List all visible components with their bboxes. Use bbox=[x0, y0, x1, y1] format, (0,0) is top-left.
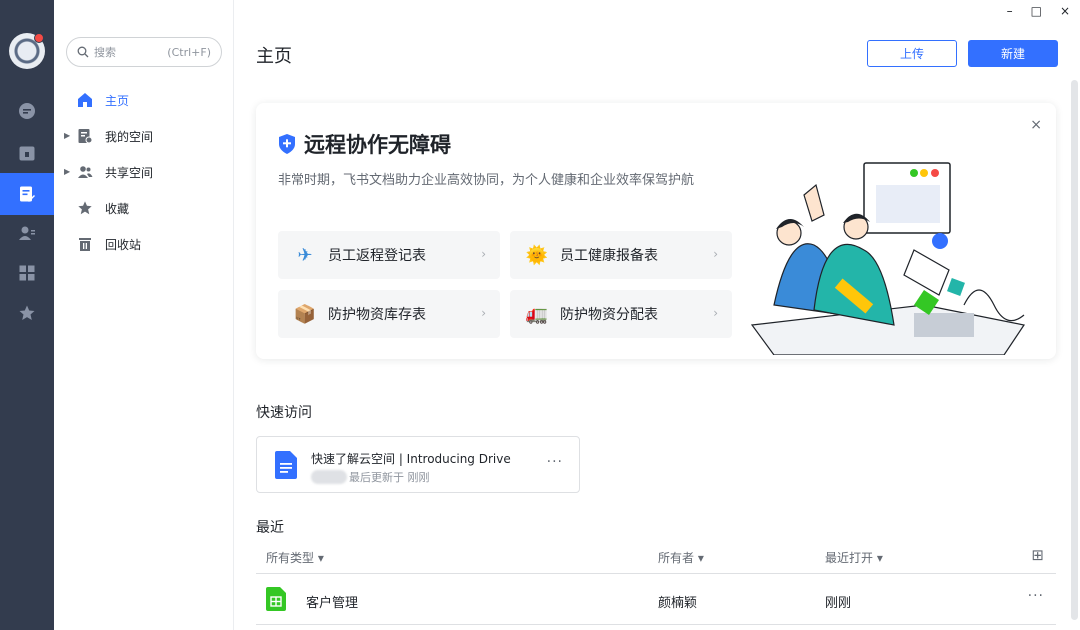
home-icon bbox=[76, 91, 94, 109]
chevron-right-icon: › bbox=[713, 306, 718, 320]
tile-label: 防护物资库存表 bbox=[328, 307, 426, 323]
notification-badge bbox=[34, 33, 44, 43]
docs-icon bbox=[20, 186, 35, 202]
new-button[interactable]: 新建 bbox=[968, 40, 1058, 67]
banner-close-button[interactable]: × bbox=[1030, 117, 1042, 133]
caret-right-icon[interactable]: ▶ bbox=[64, 167, 70, 176]
tile-label: 员工返程登记表 bbox=[328, 248, 426, 264]
search-input[interactable]: 搜索 (Ctrl+F) bbox=[66, 37, 222, 67]
rail-workplace[interactable] bbox=[0, 255, 54, 291]
sidebar-item-label: 回收站 bbox=[105, 237, 142, 252]
contacts-icon bbox=[19, 226, 35, 240]
chevron-right-icon: › bbox=[481, 306, 486, 320]
search-icon bbox=[77, 46, 89, 58]
quick-access-item-meta: 最后更新于 刚刚 bbox=[311, 469, 430, 485]
sidebar: 搜索 (Ctrl+F) 主页 ▶ 我的空间 ▶ 共享空间 收藏 回收站 bbox=[54, 0, 234, 630]
sidebar-item-home[interactable]: 主页 bbox=[54, 82, 234, 118]
minimize-button[interactable]: – bbox=[1007, 4, 1013, 18]
sidebar-item-trash[interactable]: 回收站 bbox=[54, 226, 234, 262]
sidebar-item-shared-space[interactable]: ▶ 共享空间 bbox=[54, 154, 234, 190]
rail-contacts[interactable] bbox=[0, 215, 54, 251]
file-owner: 颜楠颖 bbox=[658, 596, 698, 611]
grid-view-toggle-icon[interactable]: ⊞ bbox=[1031, 546, 1044, 564]
upload-button[interactable]: 上传 bbox=[867, 40, 957, 67]
last-opened-filter[interactable]: 最近打开 ▾ bbox=[825, 549, 883, 566]
template-tile[interactable]: 🚛 防护物资分配表 › bbox=[510, 290, 732, 338]
sidebar-nav: 主页 ▶ 我的空间 ▶ 共享空间 收藏 回收站 bbox=[54, 82, 234, 262]
banner-heading: 远程协作无障碍 bbox=[278, 129, 451, 159]
document-icon bbox=[275, 451, 297, 479]
app-rail bbox=[0, 0, 54, 630]
spreadsheet-icon bbox=[266, 587, 286, 611]
rail-favorites[interactable] bbox=[0, 295, 54, 331]
redacted-owner bbox=[311, 470, 347, 484]
banner-title: 远程协作无障碍 bbox=[304, 133, 451, 157]
tile-label: 员工健康报备表 bbox=[560, 248, 658, 264]
shared-users-icon bbox=[76, 163, 94, 181]
sidebar-item-label: 主页 bbox=[105, 93, 130, 108]
more-options-button[interactable]: ··· bbox=[1028, 588, 1044, 604]
chat-icon bbox=[19, 103, 35, 119]
type-filter[interactable]: 所有类型 ▾ bbox=[266, 549, 324, 566]
sun-icon: 🌞 bbox=[525, 244, 549, 266]
star-icon bbox=[19, 305, 35, 320]
sidebar-item-label: 我的空间 bbox=[105, 129, 154, 144]
quick-access-title: 快速访问 bbox=[256, 405, 312, 421]
package-icon: 📦 bbox=[293, 303, 317, 325]
sidebar-item-favorites[interactable]: 收藏 bbox=[54, 190, 234, 226]
owner-filter[interactable]: 所有者 ▾ bbox=[658, 549, 704, 566]
page-title: 主页 bbox=[256, 46, 292, 67]
promo-banner: × 远程协作无障碍 非常时期，飞书文档助力企业高效协同，为个人健康和企业效率保驾… bbox=[256, 103, 1056, 359]
shield-icon bbox=[279, 134, 295, 154]
sidebar-item-my-space[interactable]: ▶ 我的空间 bbox=[54, 118, 234, 154]
recent-title: 最近 bbox=[256, 520, 284, 536]
chevron-right-icon: › bbox=[481, 247, 486, 261]
maximize-button[interactable]: □ bbox=[1031, 4, 1042, 18]
trash-icon bbox=[76, 235, 94, 253]
caret-right-icon[interactable]: ▶ bbox=[64, 131, 70, 140]
banner-description: 非常时期，飞书文档助力企业高效协同，为个人健康和企业效率保驾护航 bbox=[278, 173, 695, 188]
star-icon bbox=[76, 199, 94, 217]
close-window-button[interactable]: × bbox=[1060, 4, 1070, 18]
calendar-icon bbox=[19, 146, 35, 161]
my-space-icon bbox=[76, 127, 94, 145]
avatar[interactable] bbox=[9, 33, 45, 69]
search-shortcut: (Ctrl+F) bbox=[167, 45, 211, 59]
more-options-button[interactable]: ··· bbox=[547, 454, 563, 470]
template-tile[interactable]: 📦 防护物资库存表 › bbox=[278, 290, 500, 338]
recent-table-header: 所有类型 ▾ 所有者 ▾ 最近打开 ▾ ⊞ bbox=[256, 540, 1056, 574]
rail-messenger[interactable] bbox=[0, 93, 54, 129]
file-name: 客户管理 bbox=[306, 596, 359, 611]
quick-access-item-title: 快速了解云空间 | Introducing Drive bbox=[311, 452, 511, 466]
truck-icon: 🚛 bbox=[525, 303, 549, 325]
window-controls: – □ × bbox=[1007, 4, 1070, 18]
file-last-opened: 刚刚 bbox=[825, 596, 852, 611]
apps-grid-icon bbox=[19, 265, 35, 281]
chevron-right-icon: › bbox=[713, 247, 718, 261]
last-updated: 最后更新于 刚刚 bbox=[349, 471, 430, 484]
search-placeholder: 搜索 bbox=[94, 46, 116, 59]
quick-access-card[interactable]: 快速了解云空间 | Introducing Drive 最后更新于 刚刚 ··· bbox=[256, 436, 580, 493]
template-tile[interactable]: 🌞 员工健康报备表 › bbox=[510, 231, 732, 279]
sidebar-item-label: 共享空间 bbox=[105, 165, 154, 180]
table-row[interactable]: 客户管理 颜楠颖 刚刚 ··· bbox=[256, 575, 1056, 625]
rail-docs[interactable] bbox=[0, 173, 54, 215]
rail-calendar[interactable] bbox=[0, 135, 54, 171]
sidebar-item-label: 收藏 bbox=[105, 201, 130, 216]
scrollbar[interactable] bbox=[1071, 80, 1078, 620]
airplane-icon: ✈ bbox=[297, 244, 313, 266]
collaboration-illustration bbox=[750, 162, 1025, 355]
template-tile[interactable]: ✈ 员工返程登记表 › bbox=[278, 231, 500, 279]
tile-label: 防护物资分配表 bbox=[560, 307, 658, 323]
